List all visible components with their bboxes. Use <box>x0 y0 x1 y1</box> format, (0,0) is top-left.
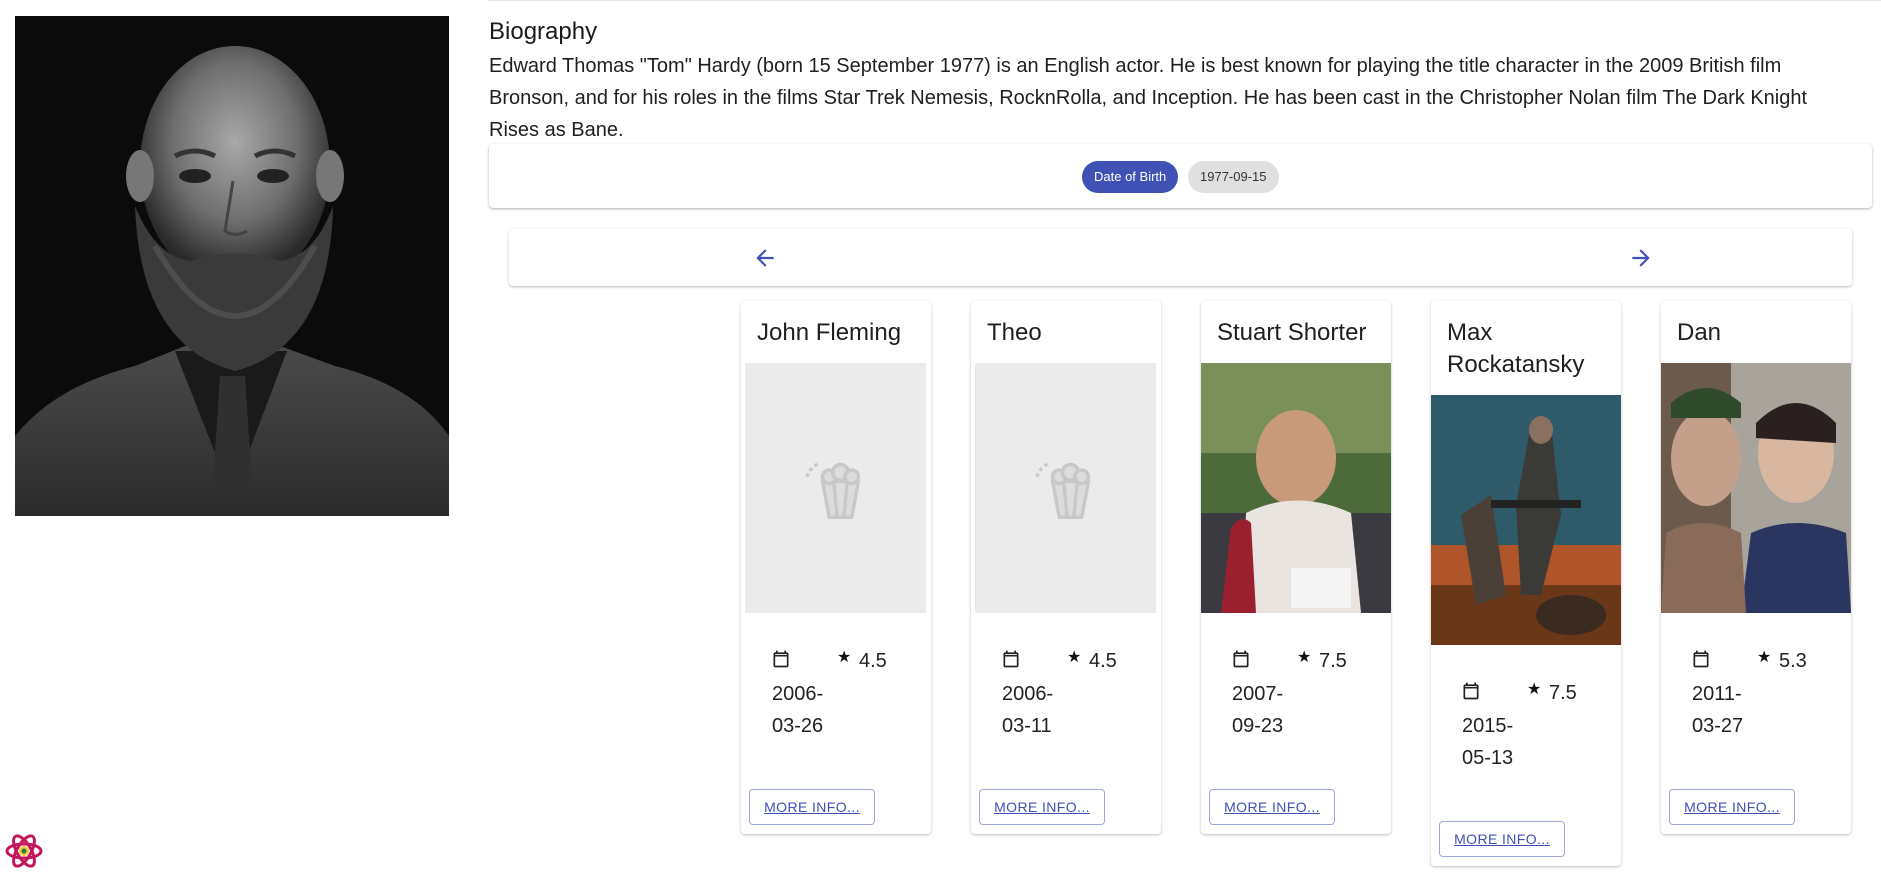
movie-card: Stuart Shorter ★ 7.5 2007- 09-23 MORE IN… <box>1201 301 1391 834</box>
date-line-2: 03-11 <box>1002 715 1052 737</box>
calendar-icon <box>773 650 789 668</box>
dob-value-chip: 1977-09-15 <box>1188 161 1279 193</box>
movie-release-date: 2007- 09-23 <box>1232 678 1302 742</box>
calendar-icon <box>1003 650 1019 668</box>
details-card: Date of Birth 1977-09-15 <box>489 144 1872 208</box>
arrow-right-icon <box>1632 249 1650 267</box>
star-icon: ★ <box>837 649 852 666</box>
date-line-1: 2006- <box>1002 683 1054 705</box>
date-line-1: 2006- <box>772 683 824 705</box>
date-line-1: 2011- <box>1692 683 1742 705</box>
more-info-button[interactable]: MORE INFO... <box>1669 789 1795 825</box>
popcorn-icon <box>804 461 860 519</box>
movie-title: Stuart Shorter <box>1217 319 1367 346</box>
dob-label-chip: Date of Birth <box>1082 161 1179 193</box>
biography-heading: Biography <box>489 18 598 45</box>
prev-button[interactable] <box>742 235 788 281</box>
more-info-button[interactable]: MORE INFO... <box>1439 821 1565 857</box>
arrow-left-icon <box>756 249 774 267</box>
movie-rating: 7.5 <box>1319 650 1347 672</box>
more-info-button[interactable]: MORE INFO... <box>1209 789 1335 825</box>
actor-portrait <box>15 16 449 516</box>
movie-rating: 5.3 <box>1779 650 1807 672</box>
movie-poster <box>1431 395 1621 645</box>
calendar-icon <box>1463 682 1479 700</box>
movie-card: Theo ★ 4.5 2006- 03-11 MORE INFO... <box>971 301 1161 834</box>
star-icon: ★ <box>1297 649 1312 666</box>
date-line-2: 03-27 <box>1692 715 1744 737</box>
calendar-icon <box>1233 650 1249 668</box>
movie-release-date: 2015- 05-13 <box>1462 710 1532 774</box>
movie-title: Theo <box>987 319 1042 346</box>
carousel-nav <box>509 229 1852 286</box>
date-line-1: 2015- <box>1462 715 1514 737</box>
movie-release-date: 2011- 03-27 <box>1692 678 1762 742</box>
movie-card: Max Rockatansky ★ 7.5 2015- 05-13 MORE I… <box>1431 301 1621 866</box>
movie-poster <box>1661 363 1851 613</box>
star-icon: ★ <box>1757 649 1772 666</box>
movie-card: John Fleming ★ 4.5 2006- 03-26 MORE INFO… <box>741 301 931 834</box>
date-line-2: 05-13 <box>1462 747 1514 769</box>
top-divider <box>488 0 1881 1</box>
movie-rating: 4.5 <box>1089 650 1117 672</box>
movie-title: Max Rockatansky <box>1447 319 1585 378</box>
movie-placeholder-image <box>975 363 1156 613</box>
next-button[interactable] <box>1618 235 1664 281</box>
biography-text: Edward Thomas "Tom" Hardy (born 15 Septe… <box>489 55 1808 141</box>
popcorn-icon <box>1034 461 1090 519</box>
movie-poster <box>1201 363 1391 613</box>
star-icon: ★ <box>1527 681 1542 698</box>
star-icon: ★ <box>1067 649 1082 666</box>
date-line-1: 2007- <box>1232 683 1284 705</box>
movie-rating: 7.5 <box>1549 682 1577 704</box>
more-info-button[interactable]: MORE INFO... <box>749 789 875 825</box>
calendar-icon <box>1693 650 1709 668</box>
movie-release-date: 2006- 03-11 <box>1002 678 1072 742</box>
movie-title: Dan <box>1677 319 1722 346</box>
date-line-2: 03-26 <box>772 715 824 737</box>
movie-card: Dan ★ 5.3 2011- 03-27 MORE INFO... <box>1661 301 1851 834</box>
movie-title: John Fleming <box>757 319 902 346</box>
movie-release-date: 2006- 03-26 <box>772 678 842 742</box>
movie-rating: 4.5 <box>859 650 887 672</box>
more-info-button[interactable]: MORE INFO... <box>979 789 1105 825</box>
movie-placeholder-image <box>745 363 926 613</box>
date-line-2: 09-23 <box>1232 715 1284 737</box>
react-devtools-icon[interactable] <box>4 831 44 871</box>
